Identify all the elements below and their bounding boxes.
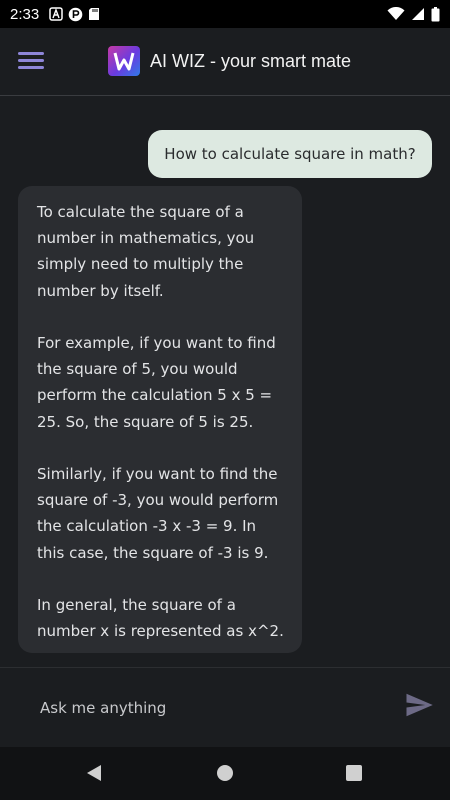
ai-wiz-logo: [108, 46, 140, 76]
text-a-icon: [49, 7, 63, 21]
user-message: How to calculate square in math?: [148, 130, 432, 178]
battery-icon: [431, 6, 440, 21]
system-nav-bar: [0, 747, 450, 800]
app-title: AI WIZ - your smart mate: [150, 51, 352, 71]
status-time: 2:33: [10, 5, 40, 23]
assistant-paragraph: For example, if you want to find the squ…: [37, 334, 276, 431]
status-notifications: [49, 7, 100, 22]
recents-icon[interactable]: [346, 765, 362, 781]
composer: [0, 667, 450, 747]
home-icon[interactable]: [217, 765, 233, 781]
assistant-paragraph: In general, the square of a number x is …: [37, 596, 284, 641]
back-icon[interactable]: [86, 764, 102, 782]
status-bar: 2:33: [0, 0, 450, 28]
assistant-paragraph: To calculate the square of a number in m…: [37, 203, 255, 300]
assistant-paragraph: Similarly, if you want to find the squar…: [37, 465, 279, 562]
assistant-message: To calculate the square of a number in m…: [18, 186, 302, 653]
message-input[interactable]: [40, 696, 380, 720]
sd-card-icon: [89, 8, 100, 20]
wifi-icon: [387, 7, 405, 20]
chat-area[interactable]: How to calculate square in math? To calc…: [0, 97, 450, 667]
signal-icon: [412, 8, 424, 20]
send-icon[interactable]: [404, 690, 434, 720]
status-system-icons: [387, 6, 440, 22]
app-bar: AI WIZ - your smart mate: [0, 28, 450, 96]
app-p-icon: [68, 7, 83, 21]
hamburger-icon[interactable]: [18, 52, 44, 72]
